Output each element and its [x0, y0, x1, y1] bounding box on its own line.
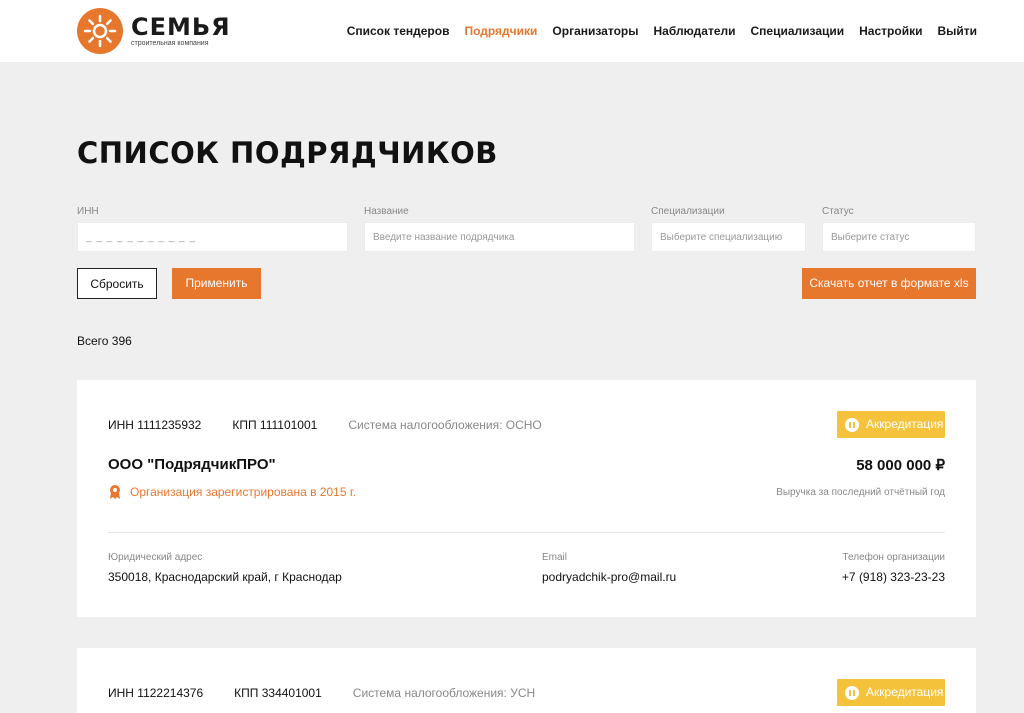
- contractor-card[interactable]: ИНН 1122214376 КПП 334401001 Система нал…: [77, 648, 976, 713]
- nav-specializations[interactable]: Специализации: [751, 24, 845, 38]
- main-nav: Список тендеров Подрядчики Организаторы …: [332, 24, 977, 38]
- filter-status: Статус Выберите статус: [822, 206, 976, 252]
- phone-value[interactable]: +7 (918) 323-23-23: [842, 570, 945, 584]
- name-label: Название: [364, 206, 409, 217]
- card-divider: [108, 532, 945, 533]
- nav-observers[interactable]: Наблюдатели: [653, 24, 735, 38]
- download-xls-button[interactable]: Скачать отчет в формате xls: [802, 268, 976, 299]
- email-value[interactable]: podryadchik-pro@mail.ru: [542, 570, 676, 584]
- badge-label: Аккредитация: [866, 685, 944, 699]
- award-icon: [110, 485, 120, 499]
- apply-button[interactable]: Применить: [172, 268, 261, 299]
- status-label: Статус: [822, 206, 854, 217]
- card-kpp: КПП 111101001: [232, 418, 318, 432]
- name-input[interactable]: Введите название подрядчика: [364, 222, 635, 252]
- nav-settings[interactable]: Настройки: [859, 24, 922, 38]
- company-name[interactable]: ООО "ПодрядчикПРО": [108, 456, 276, 473]
- card-tax-system: Система налогообложения: ОСНО: [348, 418, 542, 432]
- nav-organizers[interactable]: Организаторы: [552, 24, 638, 38]
- status-select[interactable]: Выберите статус: [822, 222, 976, 252]
- address-value: 350018, Краснодарский край, г Краснодар: [108, 570, 342, 584]
- nav-logout[interactable]: Выйти: [937, 24, 977, 38]
- contractor-card[interactable]: ИНН 1111235932 КПП 111101001 Система нал…: [77, 380, 976, 617]
- phone-label: Телефон организации: [842, 552, 945, 563]
- revenue-label: Выручка за последний отчётный год: [776, 487, 945, 498]
- card-tax-system: Система налогообложения: УСН: [352, 686, 536, 700]
- badge-label: Аккредитация: [866, 417, 944, 431]
- inn-input[interactable]: _ _ _ _ _ _ _ _ _ _ _: [77, 222, 348, 252]
- email-label: Email: [542, 552, 568, 563]
- card-inn: ИНН 1111235932: [108, 418, 202, 432]
- specialization-label: Специализации: [651, 206, 725, 217]
- filter-name: Название Введите название подрядчика: [364, 206, 635, 252]
- card-inn: ИНН 1122214376: [108, 686, 204, 700]
- brand-subtitle: строительная компания: [131, 40, 209, 47]
- accreditation-badge[interactable]: Аккредитация: [837, 679, 945, 706]
- filter-specialization: Специализации Выберите специализацию: [651, 206, 806, 252]
- accreditation-badge[interactable]: Аккредитация: [837, 411, 945, 438]
- registration-text: Организация зарегистрирована в 2015 г.: [130, 485, 357, 499]
- specialization-select[interactable]: Выберите специализацию: [651, 222, 806, 252]
- address-label: Юридический адрес: [108, 552, 203, 563]
- registration-info: Организация зарегистрирована в 2015 г.: [108, 484, 356, 500]
- sun-logo-icon: [77, 8, 123, 54]
- pause-icon: [845, 686, 859, 700]
- revenue-value: 58 000 000 ₽: [856, 457, 945, 474]
- reset-button[interactable]: Сбросить: [77, 268, 157, 299]
- top-header: СЕМЬЯ строительная компания Список тенде…: [0, 0, 1024, 62]
- filter-inn: ИНН _ _ _ _ _ _ _ _ _ _ _: [77, 206, 348, 252]
- card-kpp: КПП 334401001: [234, 686, 322, 700]
- pause-icon: [845, 418, 859, 432]
- page-title: СПИСОК ПОДРЯДЧИКОВ: [77, 136, 498, 170]
- total-count: Всего 396: [77, 334, 132, 348]
- brand-name: СЕМЬЯ: [131, 13, 231, 41]
- nav-tenders[interactable]: Список тендеров: [347, 24, 450, 38]
- nav-contractors[interactable]: Подрядчики: [464, 24, 537, 38]
- inn-label: ИНН: [77, 206, 99, 217]
- logo[interactable]: СЕМЬЯ строительная компания: [77, 8, 231, 54]
